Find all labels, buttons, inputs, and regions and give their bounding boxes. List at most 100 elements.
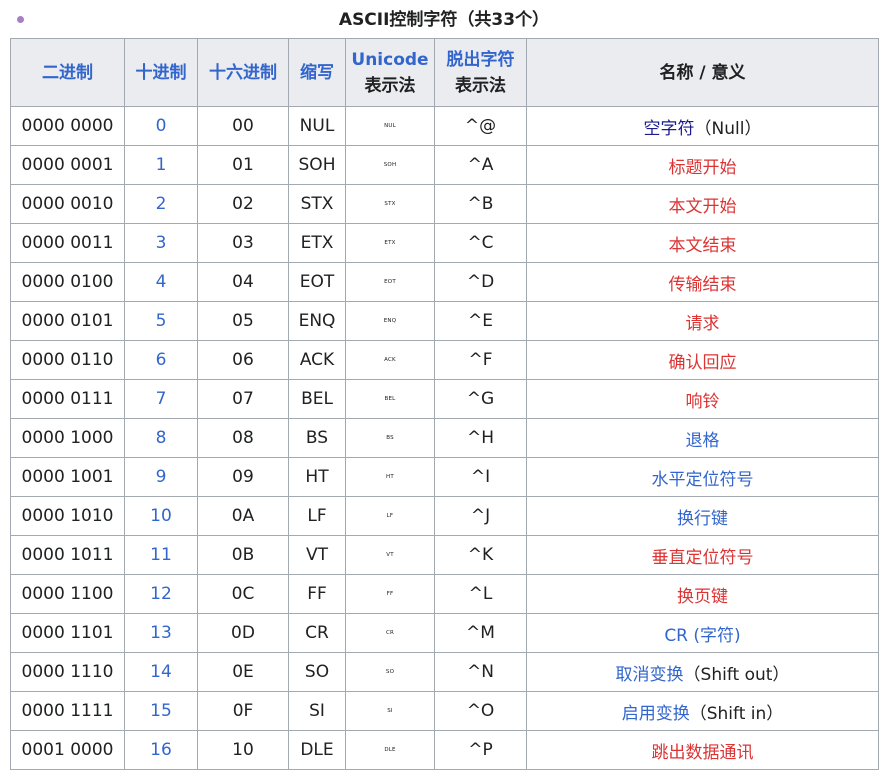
cell-unicode-control-picture: BS (345, 418, 435, 458)
cell-hex: 01 (197, 145, 289, 185)
cell-caret: ^D (434, 262, 527, 302)
cell-hex: 0E (197, 652, 289, 692)
name-link[interactable]: 本文结束 (669, 236, 737, 256)
cell-name: CR (字符) (526, 613, 879, 653)
name-link[interactable]: 换行键 (677, 509, 728, 529)
header-hex[interactable]: 十六进制 (197, 38, 289, 107)
cell-unicode-control-picture: CR (345, 613, 435, 653)
header-caret[interactable]: 脱出字符 表示法 (434, 38, 527, 107)
name-link[interactable]: 标题开始 (669, 158, 737, 178)
cell-unicode-control-picture: ACK (345, 340, 435, 380)
name-link[interactable]: CR (字符) (664, 626, 740, 646)
cell-decimal-link[interactable]: 3 (124, 223, 198, 263)
cell-decimal-link[interactable]: 5 (124, 301, 198, 341)
cell-hex: 0D (197, 613, 289, 653)
table-row: 0000 1010 10 0A LF LF ^J 换行键 (10, 496, 879, 536)
header-row: 二进制 十进制 十六进制 缩写 Unicode 表示法 脱出字符 表示法 名称 … (10, 38, 879, 107)
name-link[interactable]: 请求 (686, 314, 720, 334)
cell-caret: ^P (434, 730, 527, 770)
name-link[interactable]: 启用变换 (622, 704, 690, 724)
cell-caret: ^A (434, 145, 527, 185)
table-row: 0000 0110 6 06 ACK ACK ^F 确认回应 (10, 340, 879, 380)
cell-name: 确认回应 (526, 340, 879, 380)
cell-binary: 0000 1011 (10, 535, 125, 575)
cell-decimal-link[interactable]: 11 (124, 535, 198, 575)
name-link[interactable]: 响铃 (686, 392, 720, 412)
name-link[interactable]: 确认回应 (669, 353, 737, 373)
cell-decimal-link[interactable]: 10 (124, 496, 198, 536)
header-unicode-sub: 表示法 (364, 75, 416, 96)
control-picture-glyph: BS (386, 434, 394, 441)
cell-binary: 0000 1101 (10, 613, 125, 653)
control-picture-glyph: EOT (384, 278, 396, 285)
cell-hex: 09 (197, 457, 289, 497)
name-link[interactable]: 本文开始 (669, 197, 737, 217)
cell-caret: ^I (434, 457, 527, 497)
cell-decimal-link[interactable]: 8 (124, 418, 198, 458)
cell-abbr: EOT (288, 262, 346, 302)
name-link[interactable]: 退格 (686, 431, 720, 451)
name-link[interactable]: 取消变换 (616, 665, 684, 685)
cell-abbr: NUL (288, 106, 346, 146)
cell-decimal-link[interactable]: 13 (124, 613, 198, 653)
cell-name: 响铃 (526, 379, 879, 419)
header-caret-link[interactable]: 脱出字符 (447, 50, 515, 70)
cell-unicode-control-picture: BEL (345, 379, 435, 419)
cell-decimal-link[interactable]: 2 (124, 184, 198, 224)
cell-name: 取消变换（Shift out） (526, 652, 879, 692)
name-link[interactable]: 换页键 (677, 587, 728, 607)
cell-hex: 06 (197, 340, 289, 380)
header-abbr[interactable]: 缩写 (288, 38, 346, 107)
header-unicode[interactable]: Unicode 表示法 (345, 38, 435, 107)
cell-name: 传输结束 (526, 262, 879, 302)
cell-abbr: ENQ (288, 301, 346, 341)
table-row: 0001 0000 16 10 DLE DLE ^P 跳出数据通讯 (10, 730, 879, 770)
cell-decimal-link[interactable]: 6 (124, 340, 198, 380)
cell-decimal-link[interactable]: 0 (124, 106, 198, 146)
cell-hex: 0B (197, 535, 289, 575)
header-unicode-link[interactable]: Unicode (351, 50, 428, 70)
cell-decimal-link[interactable]: 14 (124, 652, 198, 692)
name-link[interactable]: 垂直定位符号 (652, 548, 754, 568)
header-binary[interactable]: 二进制 (10, 38, 125, 107)
name-link[interactable]: 传输结束 (669, 275, 737, 295)
cell-decimal-link[interactable]: 1 (124, 145, 198, 185)
cell-abbr: FF (288, 574, 346, 614)
cell-unicode-control-picture: DLE (345, 730, 435, 770)
table-row: 0000 0011 3 03 ETX ETX ^C 本文结束 (10, 223, 879, 263)
cell-unicode-control-picture: SO (345, 652, 435, 692)
cell-abbr: CR (288, 613, 346, 653)
cell-decimal-link[interactable]: 12 (124, 574, 198, 614)
name-link[interactable]: 跳出数据通讯 (652, 743, 754, 763)
cell-binary: 0000 0010 (10, 184, 125, 224)
cell-abbr: SOH (288, 145, 346, 185)
table-row: 0000 0101 5 05 ENQ ENQ ^E 请求 (10, 301, 879, 341)
table-row: 0000 0001 1 01 SOH SOH ^A 标题开始 (10, 145, 879, 185)
cell-caret: ^N (434, 652, 527, 692)
table-row: 0000 1001 9 09 HT HT ^I 水平定位符号 (10, 457, 879, 497)
cell-binary: 0000 1010 (10, 496, 125, 536)
table-row: 0000 0010 2 02 STX STX ^B 本文开始 (10, 184, 879, 224)
cell-name: 退格 (526, 418, 879, 458)
control-picture-glyph: HT (386, 473, 394, 480)
table-row: 0000 0100 4 04 EOT EOT ^D 传输结束 (10, 262, 879, 302)
name-link[interactable]: 水平定位符号 (652, 470, 754, 490)
cell-decimal-link[interactable]: 9 (124, 457, 198, 497)
cell-hex: 08 (197, 418, 289, 458)
cell-unicode-control-picture: STX (345, 184, 435, 224)
cell-decimal-link[interactable]: 16 (124, 730, 198, 770)
cell-binary: 0000 1001 (10, 457, 125, 497)
cell-decimal-link[interactable]: 4 (124, 262, 198, 302)
cell-decimal-link[interactable]: 7 (124, 379, 198, 419)
cell-hex: 02 (197, 184, 289, 224)
cell-binary: 0001 0000 (10, 730, 125, 770)
header-decimal[interactable]: 十进制 (124, 38, 198, 107)
cell-name: 水平定位符号 (526, 457, 879, 497)
name-link[interactable]: 空字符 (644, 119, 695, 139)
control-picture-glyph: BEL (384, 395, 396, 402)
control-picture-glyph: FF (386, 590, 394, 597)
cell-unicode-control-picture: SOH (345, 145, 435, 185)
cell-caret: ^G (434, 379, 527, 419)
cell-decimal-link[interactable]: 15 (124, 691, 198, 731)
table-row: 0000 1011 11 0B VT VT ^K 垂直定位符号 (10, 535, 879, 575)
